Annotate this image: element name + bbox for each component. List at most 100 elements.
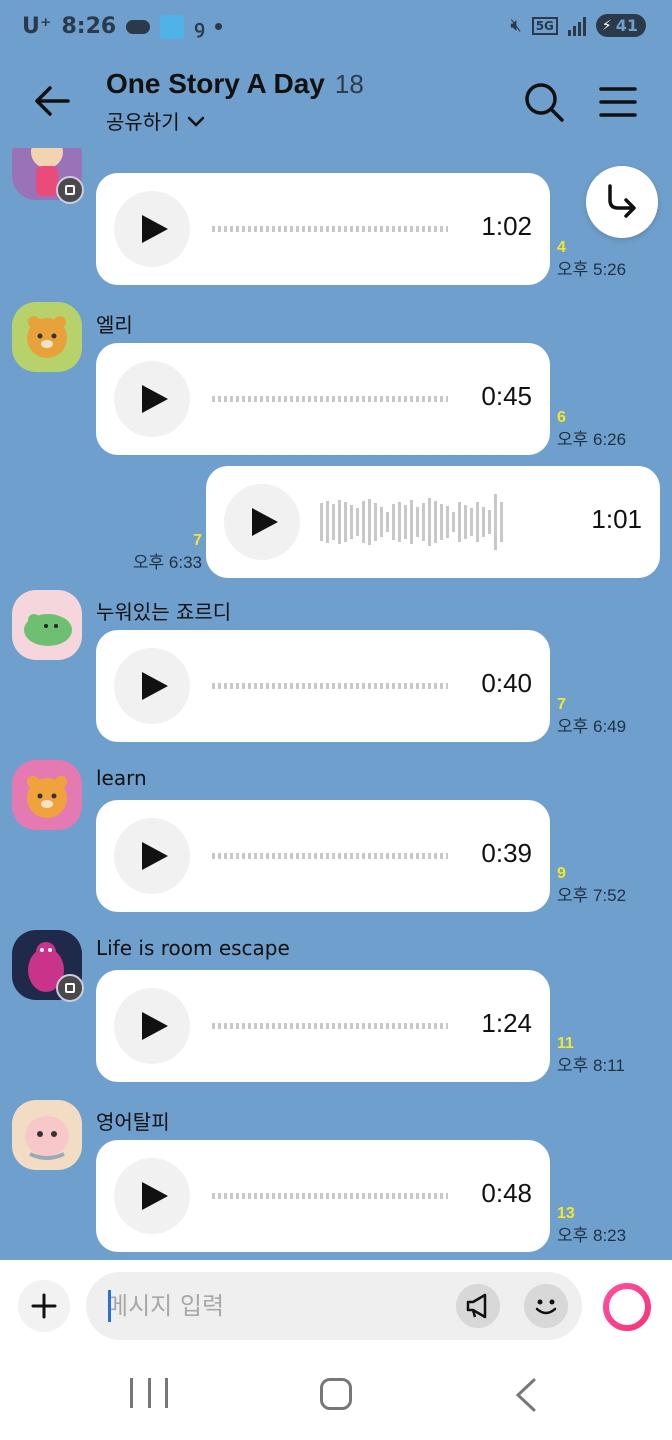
profile-badge-icon bbox=[56, 176, 84, 204]
waveform bbox=[212, 396, 448, 402]
megaphone-icon[interactable] bbox=[456, 1284, 500, 1328]
avatar-character-image bbox=[24, 614, 72, 646]
avatar-character-image bbox=[25, 1116, 69, 1160]
chat-title: One Story A Day bbox=[106, 68, 325, 99]
voice-message-bubble-own[interactable]: 1:01 bbox=[206, 466, 660, 578]
message-time: 오후 6:33 bbox=[132, 552, 202, 572]
status-time: 8:26 bbox=[61, 14, 117, 39]
play-icon[interactable] bbox=[114, 191, 190, 267]
voice-message-bubble[interactable]: 0:48 bbox=[96, 1140, 550, 1252]
hamburger-menu-icon[interactable] bbox=[598, 82, 638, 122]
message-meta: 7 오후 6:49 bbox=[557, 695, 626, 738]
recent-apps-icon[interactable] bbox=[130, 1378, 168, 1412]
share-label: 공유하기 bbox=[106, 110, 180, 134]
unread-count: 13 bbox=[557, 1205, 575, 1222]
home-icon[interactable] bbox=[320, 1378, 352, 1410]
voice-duration: 0:39 bbox=[481, 838, 532, 868]
voice-duration: 1:02 bbox=[481, 211, 532, 241]
voice-message-bubble[interactable]: 0:45 bbox=[96, 343, 550, 455]
unread-count: 9 bbox=[557, 865, 566, 882]
play-icon[interactable] bbox=[114, 818, 190, 894]
waveform bbox=[212, 1023, 448, 1029]
chat-message-list[interactable]: 1:02 4 오후 5:26 엘리 0:45 6 오후 6:26 7 오후 6:… bbox=[0, 148, 672, 1260]
play-icon[interactable] bbox=[224, 484, 300, 560]
play-icon[interactable] bbox=[114, 1158, 190, 1234]
message-meta: 13 오후 8:23 bbox=[557, 1204, 626, 1247]
chevron-down-icon bbox=[187, 116, 204, 127]
message-time: 오후 6:49 bbox=[557, 716, 627, 736]
voice-duration: 0:48 bbox=[481, 1178, 532, 1208]
search-icon[interactable] bbox=[522, 80, 566, 124]
play-icon[interactable] bbox=[114, 988, 190, 1064]
sender-name: 영어탈피 bbox=[96, 1110, 170, 1134]
unread-count: 11 bbox=[557, 1035, 574, 1052]
avatar[interactable] bbox=[12, 1100, 82, 1170]
unread-count: 4 bbox=[557, 239, 566, 256]
voice-message-bubble[interactable]: 1:02 bbox=[96, 173, 550, 285]
message-meta: 4 오후 5:26 bbox=[557, 238, 626, 281]
member-count: 18 bbox=[334, 69, 364, 99]
more-notifications-dot-icon bbox=[214, 23, 222, 30]
avatar-character-image bbox=[27, 776, 67, 818]
charging-icon: ⚡ bbox=[601, 17, 612, 34]
arrow-turn-down-right-icon[interactable] bbox=[586, 166, 658, 238]
message-meta: 7 오후 6:33 bbox=[112, 531, 202, 574]
message-input-container[interactable] bbox=[86, 1272, 582, 1340]
sender-name: learn bbox=[96, 766, 147, 790]
message-input[interactable] bbox=[106, 1288, 446, 1324]
voice-duration: 1:24 bbox=[481, 1008, 532, 1038]
message-meta: 6 오후 6:26 bbox=[557, 408, 626, 451]
sender-name: 엘리 bbox=[96, 313, 133, 337]
send-ring-icon[interactable] bbox=[600, 1280, 654, 1334]
smiley-icon[interactable] bbox=[524, 1284, 568, 1328]
message-meta: 11 오후 8:11 bbox=[557, 1034, 625, 1077]
chat-header: One Story A Day 18 공유하기 bbox=[0, 58, 672, 148]
waveform bbox=[212, 853, 448, 859]
voice-message-bubble[interactable]: 0:40 bbox=[96, 630, 550, 742]
text-cursor bbox=[108, 1290, 111, 1322]
avatar[interactable] bbox=[12, 302, 82, 372]
title-row[interactable]: One Story A Day 18 bbox=[106, 68, 364, 100]
message-time: 오후 8:11 bbox=[557, 1055, 625, 1075]
voice-duration: 1:01 bbox=[591, 504, 642, 534]
avatar[interactable] bbox=[12, 760, 82, 830]
avatar[interactable] bbox=[12, 590, 82, 660]
sender-name: Life is room escape bbox=[96, 936, 290, 960]
mute-icon: 🔇︎ bbox=[510, 15, 522, 36]
system-navigation-bar bbox=[0, 1352, 672, 1440]
message-time: 오후 6:26 bbox=[557, 429, 627, 449]
carrier-label: U⁺ bbox=[22, 14, 52, 39]
sender-name: 누워있는 죠르디 bbox=[96, 600, 232, 624]
plus-icon[interactable] bbox=[18, 1280, 70, 1332]
status-left: U⁺ 8:26 ꝯ bbox=[22, 14, 222, 39]
message-time: 오후 5:26 bbox=[557, 259, 627, 279]
avatar-character-image bbox=[27, 316, 67, 358]
network-type-label: 5G bbox=[531, 16, 558, 35]
message-time: 오후 8:23 bbox=[557, 1225, 627, 1245]
back-chevron-icon[interactable] bbox=[512, 1378, 540, 1412]
voice-message-bubble[interactable]: 1:24 bbox=[96, 970, 550, 1082]
waveform bbox=[212, 226, 448, 232]
status-bar: U⁺ 8:26 ꝯ 🔇︎ 5G ⚡ 41 bbox=[0, 0, 672, 58]
cloud-icon bbox=[126, 19, 151, 34]
message-time: 오후 7:52 bbox=[557, 885, 627, 905]
arrow-left-icon[interactable] bbox=[28, 76, 78, 126]
voice-duration: 0:45 bbox=[481, 381, 532, 411]
play-icon[interactable] bbox=[114, 648, 190, 724]
notification-icon: ꝯ bbox=[194, 16, 205, 38]
signal-icon bbox=[567, 16, 586, 36]
status-right: 🔇︎ 5G ⚡ 41 bbox=[510, 14, 646, 37]
unread-count: 7 bbox=[557, 696, 566, 713]
voice-message-bubble[interactable]: 0:39 bbox=[96, 800, 550, 912]
waveform bbox=[212, 683, 448, 689]
unread-count: 7 bbox=[193, 532, 202, 549]
share-dropdown[interactable]: 공유하기 bbox=[106, 106, 206, 135]
app-notification-icon bbox=[160, 14, 185, 39]
waveform bbox=[320, 492, 560, 552]
play-icon[interactable] bbox=[114, 361, 190, 437]
battery-icon: ⚡ 41 bbox=[595, 14, 646, 37]
message-meta: 9 오후 7:52 bbox=[557, 864, 626, 907]
unread-count: 6 bbox=[557, 409, 566, 426]
voice-duration: 0:40 bbox=[481, 668, 532, 698]
message-input-bar bbox=[0, 1260, 672, 1352]
